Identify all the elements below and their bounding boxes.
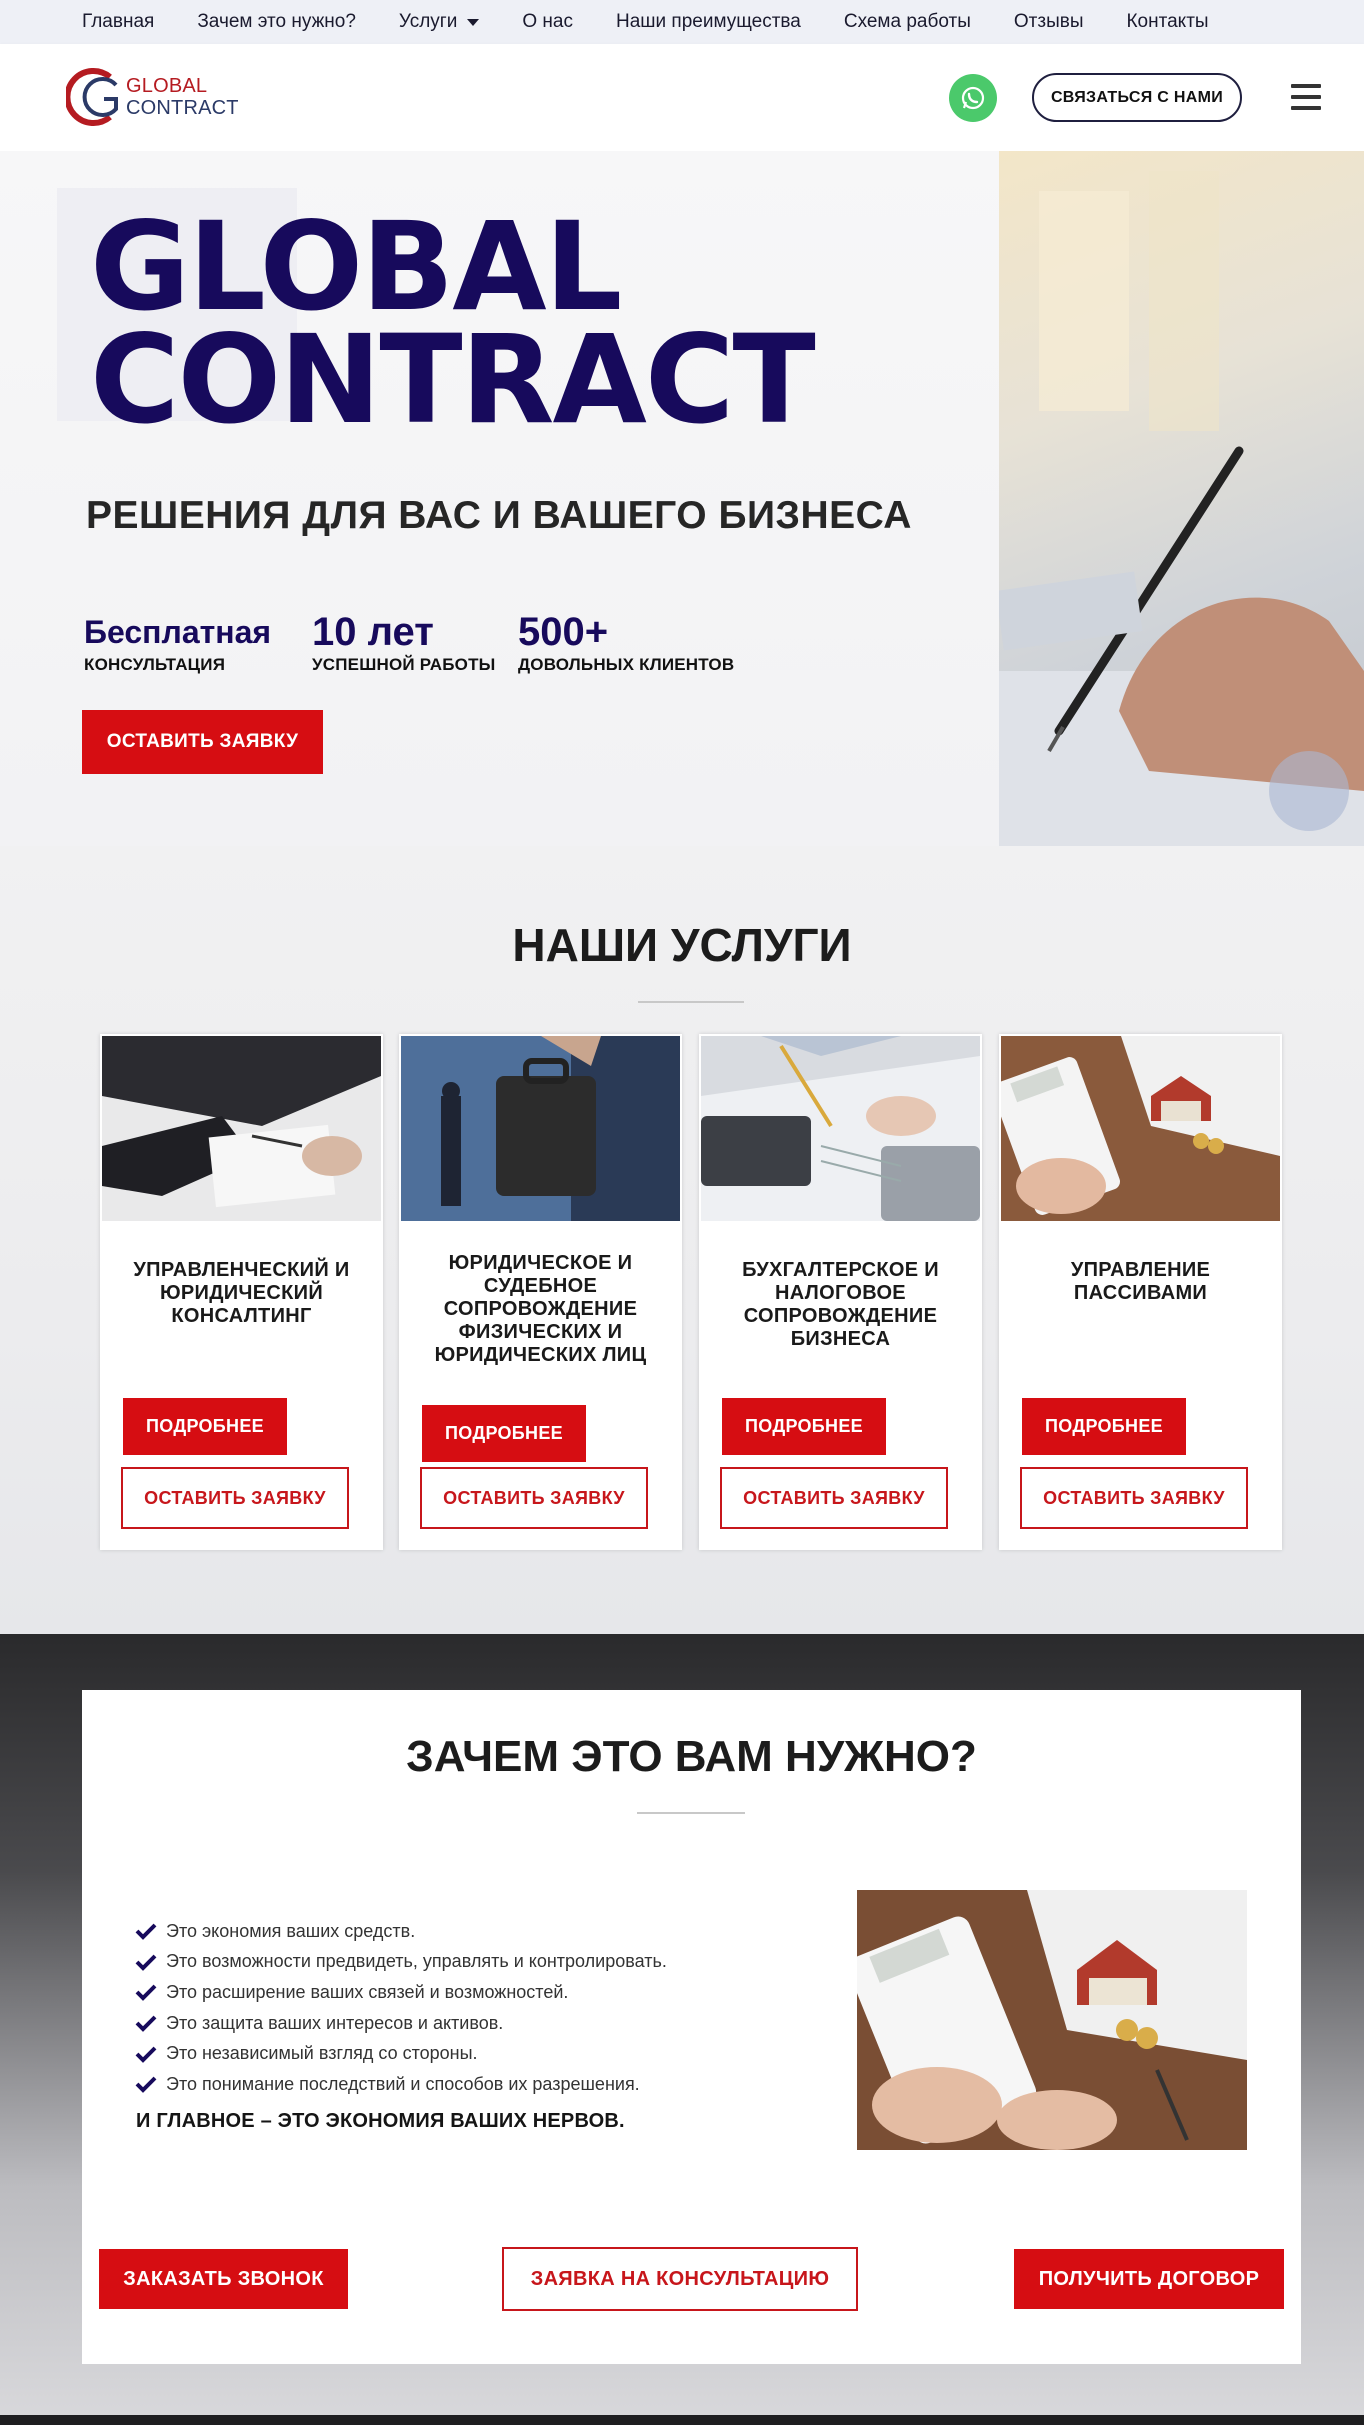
check-icon	[135, 2015, 157, 2032]
stat-value: 500+	[518, 610, 609, 654]
hero-subtitle: РЕШЕНИЯ ДЛЯ ВАС И ВАШЕГО БИЗНЕСА	[86, 494, 912, 537]
service-title: УПРАВЛЕНИЕ ПАССИВАМИ	[1070, 1259, 1211, 1304]
benefit-text: Это расширение ваших связей и возможност…	[166, 1981, 569, 2002]
top-nav: Главная Зачем это нужно? Услуги О нас На…	[0, 0, 1364, 44]
nav-item-label: Услуги	[398, 11, 458, 32]
list-item: Это возможности предвидеть, управлять и …	[134, 1947, 667, 1978]
stat-clients: 500+ ДОВОЛЬНЫХ КЛИЕНТОВ	[518, 612, 734, 675]
nav-item-services[interactable]: Услуги	[398, 11, 480, 33]
service-card: ЮРИДИЧЕСКОЕ И СУДЕБНОЕ СОПРОВОЖДЕНИЕ ФИЗ…	[399, 1034, 682, 1550]
request-button[interactable]: ОСТАВИТЬ ЗАЯВКУ	[720, 1467, 948, 1529]
service-image	[102, 1036, 381, 1221]
menu-icon[interactable]	[1291, 84, 1321, 110]
divider	[638, 1001, 744, 1003]
request-button[interactable]: ОСТАВИТЬ ЗАЯВКУ	[1020, 1467, 1248, 1529]
footer-edge	[0, 2415, 1364, 2425]
site-header: GLOBAL CONTRACT СВЯЗАТЬСЯ С НАМИ	[0, 44, 1364, 151]
contact-us-button[interactable]: СВЯЗАТЬСЯ С НАМИ	[1032, 73, 1242, 122]
service-title: ЮРИДИЧЕСКОЕ И СУДЕБНОЕ СОПРОВОЖДЕНИЕ ФИЗ…	[434, 1252, 647, 1366]
stat-value: Бесплатная	[84, 614, 272, 650]
benefits-list: Это экономия ваших средств. Это возможно…	[134, 1916, 667, 2100]
service-card: БУХГАЛТЕРСКОЕ И НАЛОГОВОЕ СОПРОВОЖДЕНИЕ …	[699, 1034, 982, 1550]
benefit-text: Это защита ваших интересов и активов.	[166, 2012, 504, 2033]
list-item: Это защита ваших интересов и активов.	[134, 2008, 667, 2039]
service-image	[701, 1036, 980, 1221]
logo-line1: GLOBAL	[126, 75, 208, 97]
why-main-text: И ГЛАВНОЕ – ЭТО ЭКОНОМИЯ ВАШИХ НЕРВОВ.	[136, 2110, 625, 2132]
hero-photo	[999, 151, 1364, 846]
service-image	[401, 1036, 680, 1221]
more-button[interactable]: ПОДРОБНЕЕ	[123, 1398, 287, 1455]
hero-title-line1: GLOBAL	[90, 196, 622, 338]
stat-label: УСПЕШНОЙ РАБОТЫ	[312, 655, 496, 674]
nav-item-label: Схема работы	[843, 11, 971, 32]
whatsapp-button[interactable]	[949, 74, 997, 122]
more-button[interactable]: ПОДРОБНЕЕ	[422, 1405, 586, 1462]
caret-down-icon	[467, 18, 480, 26]
check-icon	[135, 1985, 157, 2002]
divider	[637, 1812, 745, 1814]
service-card: УПРАВЛЕНИЕ ПАССИВАМИ ПОДРОБНЕЕ ОСТАВИТЬ …	[999, 1034, 1282, 1550]
check-icon	[135, 1923, 157, 1941]
why-image	[857, 1890, 1247, 2150]
nav-item-label: Главная	[82, 11, 155, 32]
service-card: УПРАВЛЕНЧЕСКИЙ И ЮРИДИЧЕСКИЙ КОНСАЛТИНГ …	[100, 1034, 383, 1550]
why-title: ЗАЧЕМ ЭТО ВАМ НУЖНО?	[406, 1732, 977, 1781]
list-item: Это понимание последствий и способов их …	[134, 2069, 667, 2100]
stat-value: 10 лет	[312, 610, 434, 654]
hero-section: GLOBAL CONTRACT РЕШЕНИЯ ДЛЯ ВАС И ВАШЕГО…	[0, 151, 1364, 846]
nav-item-label: Зачем это нужно?	[197, 11, 356, 32]
request-button[interactable]: ОСТАВИТЬ ЗАЯВКУ	[420, 1467, 648, 1529]
nav-item-label: Отзывы	[1013, 11, 1084, 32]
check-icon	[135, 1954, 157, 1971]
nav-item-about[interactable]: О нас	[522, 11, 573, 33]
list-item: Это независимый взгляд со стороны.	[134, 2038, 667, 2069]
nav-item-label: Контакты	[1126, 11, 1209, 32]
why-section: ЗАЧЕМ ЭТО ВАМ НУЖНО? Это экономия ваших …	[0, 1634, 1364, 2425]
check-icon	[135, 2046, 157, 2063]
request-button[interactable]: ОСТАВИТЬ ЗАЯВКУ	[121, 1467, 349, 1529]
consultation-request-button[interactable]: ЗАЯВКА НА КОНСУЛЬТАЦИЮ	[502, 2247, 858, 2311]
benefit-text: Это возможности предвидеть, управлять и …	[166, 1951, 667, 1972]
hero-title-line2: CONTRACT	[90, 309, 816, 451]
logo-mark-icon	[66, 68, 118, 126]
list-item: Это экономия ваших средств.	[134, 1916, 667, 1947]
benefit-text: Это экономия ваших средств.	[166, 1920, 416, 1941]
nav-item-reviews[interactable]: Отзывы	[1014, 11, 1084, 33]
check-icon	[135, 2076, 157, 2094]
benefit-text: Это понимание последствий и способов их …	[166, 2073, 640, 2094]
logo[interactable]: GLOBAL CONTRACT	[66, 63, 239, 131]
nav-item-label: Наши преимущества	[615, 11, 801, 32]
hero-request-button[interactable]: ОСТАВИТЬ ЗАЯВКУ	[82, 710, 323, 774]
services-title: НАШИ УСЛУГИ	[512, 919, 852, 971]
nav-item-contacts[interactable]: Контакты	[1126, 11, 1208, 33]
list-item: Это расширение ваших связей и возможност…	[134, 1977, 667, 2008]
nav-item-label: О нас	[522, 11, 573, 32]
service-title: УПРАВЛЕНЧЕСКИЙ И ЮРИДИЧЕСКИЙ КОНСАЛТИНГ	[133, 1259, 350, 1327]
nav-item-advantages[interactable]: Наши преимущества	[616, 11, 801, 33]
get-contract-button[interactable]: ПОЛУЧИТЬ ДОГОВОР	[1014, 2249, 1284, 2309]
stat-label: ДОВОЛЬНЫХ КЛИЕНТОВ	[518, 655, 735, 674]
hero-title: GLOBAL CONTRACT	[90, 196, 816, 451]
service-image	[1001, 1036, 1280, 1221]
more-button[interactable]: ПОДРОБНЕЕ	[722, 1398, 886, 1455]
nav-item-home[interactable]: Главная	[82, 11, 154, 33]
stat-consultation: Бесплатная КОНСУЛЬТАЦИЯ	[84, 612, 271, 675]
why-box: ЗАЧЕМ ЭТО ВАМ НУЖНО? Это экономия ваших …	[82, 1690, 1301, 2364]
stat-label: КОНСУЛЬТАЦИЯ	[84, 655, 226, 674]
order-call-button[interactable]: ЗАКАЗАТЬ ЗВОНОК	[99, 2249, 348, 2309]
logo-line2: CONTRACT	[126, 97, 239, 119]
service-title: БУХГАЛТЕРСКОЕ И НАЛОГОВОЕ СОПРОВОЖДЕНИЕ …	[742, 1259, 939, 1350]
nav-item-scheme[interactable]: Схема работы	[844, 11, 971, 33]
stat-years: 10 лет УСПЕШНОЙ РАБОТЫ	[312, 612, 496, 675]
services-section: НАШИ УСЛУГИ УПРАВЛЕНЧЕСКИЙ И ЮРИДИЧЕСКИЙ…	[0, 846, 1364, 1634]
benefit-text: Это независимый взгляд со стороны.	[166, 2043, 478, 2064]
more-button[interactable]: ПОДРОБНЕЕ	[1022, 1398, 1186, 1455]
nav-item-why[interactable]: Зачем это нужно?	[197, 11, 356, 33]
whatsapp-icon	[961, 86, 985, 110]
